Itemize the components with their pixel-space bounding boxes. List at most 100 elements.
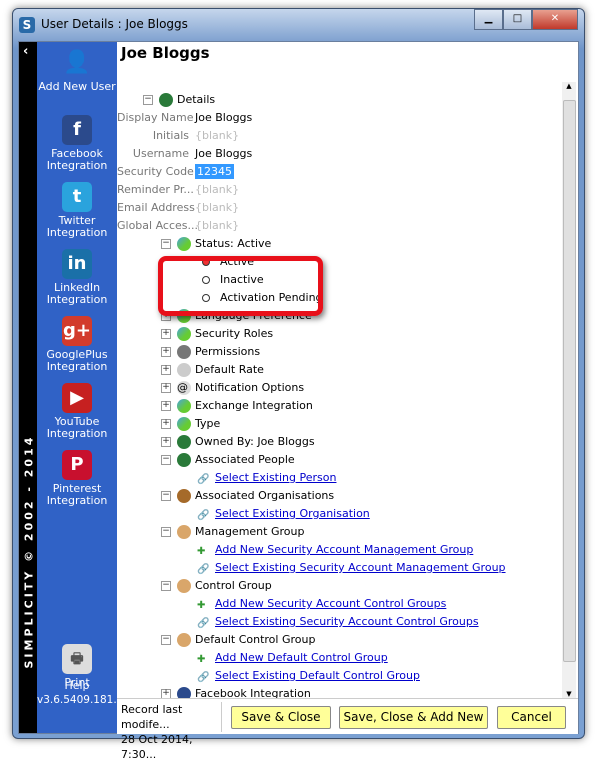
tree-link[interactable]: Select Existing Person bbox=[215, 471, 336, 484]
tree-item[interactable]: ✚ Add New Security Account Control Groups bbox=[197, 595, 446, 613]
globe-icon bbox=[177, 327, 191, 341]
tree-item[interactable]: 🔗 Select Existing Default Control Group bbox=[197, 667, 420, 685]
maximize-button[interactable]: □ bbox=[503, 9, 532, 30]
tree-item[interactable]: − Associated Organisations bbox=[161, 487, 334, 505]
tree-item[interactable]: + Owned By: Joe Bloggs bbox=[161, 433, 315, 451]
tree-item[interactable]: ✚ Add New Default Control Group bbox=[197, 649, 388, 667]
sidebar-item-facebook[interactable]: f Facebook Integration bbox=[37, 115, 117, 172]
node-label: Associated Organisations bbox=[195, 489, 335, 502]
user-details-window: S User Details : Joe Bloggs ▁ □ ✕ ‹ SIMP… bbox=[12, 8, 585, 761]
field-label: Initials bbox=[152, 129, 189, 142]
sidebar-item-googleplus[interactable]: g+ GooglePlus Integration bbox=[37, 316, 117, 373]
save-close-button[interactable]: Save & Close bbox=[231, 706, 331, 729]
field-value-text: Joe Bloggs bbox=[195, 111, 253, 124]
vertical-scrollbar[interactable]: ▲ ▼ bbox=[562, 82, 576, 698]
node-label: Status: Active bbox=[195, 237, 272, 250]
expand-toggle[interactable]: + bbox=[161, 347, 171, 357]
link-icon: 🔗 bbox=[197, 564, 210, 575]
expand-toggle[interactable]: + bbox=[161, 383, 171, 393]
facebook-icon: f bbox=[62, 115, 92, 145]
tree-item[interactable]: − Associated People bbox=[161, 451, 295, 469]
plus-icon: ✚ bbox=[197, 654, 206, 665]
node-label: Management Group bbox=[195, 525, 305, 538]
add-user-icon: 👤 bbox=[63, 50, 91, 75]
tree-item[interactable]: 🔗 Select Existing Security Account Manage… bbox=[197, 559, 506, 577]
field-value[interactable]: {blank} bbox=[195, 127, 239, 145]
save-close-add-new-button[interactable]: Save, Close & Add New bbox=[339, 706, 488, 729]
sidebar-item-pinterest[interactable]: P Pinterest Integration bbox=[37, 450, 117, 507]
field-value[interactable]: {blank} bbox=[195, 181, 239, 199]
expand-toggle[interactable]: + bbox=[161, 419, 171, 429]
tree-item[interactable]: 🔗 Select Existing Security Account Contro… bbox=[197, 613, 479, 631]
tree-item[interactable]: − Management Group bbox=[161, 523, 304, 541]
tree-link[interactable]: Add New Security Account Management Grou… bbox=[215, 543, 473, 556]
node-label: Exchange Integration bbox=[195, 399, 313, 412]
tree-link[interactable]: Select Existing Default Control Group bbox=[215, 669, 420, 682]
collapse-toggle[interactable]: − bbox=[161, 581, 171, 591]
details-node[interactable]: − Details bbox=[143, 91, 215, 109]
link-icon: 🔗 bbox=[197, 618, 210, 629]
tree-item[interactable]: + Exchange Integration bbox=[161, 397, 313, 415]
collapse-toggle[interactable]: − bbox=[161, 635, 171, 645]
tree-item[interactable]: + @ Notification Options bbox=[161, 379, 304, 397]
close-button[interactable]: ✕ bbox=[532, 9, 578, 30]
tree-item[interactable]: 🔗 Select Existing Person bbox=[197, 469, 336, 487]
tree-item[interactable]: + Security Roles bbox=[161, 325, 273, 343]
minimize-button[interactable]: ▁ bbox=[474, 9, 503, 30]
sidebar-item-twitter[interactable]: t Twitter Integration bbox=[37, 182, 117, 239]
expand-toggle[interactable]: + bbox=[161, 401, 171, 411]
youtube-icon: ▶ bbox=[62, 383, 92, 413]
sidebar-item-label: GooglePlus Integration bbox=[46, 348, 108, 373]
collapse-toggle[interactable]: − bbox=[161, 527, 171, 537]
tree-link[interactable]: Add New Default Control Group bbox=[215, 651, 388, 664]
tree-link[interactable]: Select Existing Security Account Control… bbox=[215, 615, 479, 628]
field-value[interactable]: 12345 bbox=[195, 163, 234, 181]
field-value-text: {blank} bbox=[195, 183, 240, 196]
scrollbar-thumb[interactable] bbox=[563, 100, 576, 662]
tree-item[interactable]: ✚ Add New Security Account Management Gro… bbox=[197, 541, 473, 559]
field-value-text: {blank} bbox=[195, 219, 240, 232]
rate-icon bbox=[177, 363, 191, 377]
plus-icon: ✚ bbox=[197, 600, 206, 611]
sidebar-item-label: Facebook Integration bbox=[46, 147, 108, 172]
globe-icon bbox=[177, 399, 191, 413]
googleplus-icon: g+ bbox=[62, 316, 92, 346]
field-value[interactable]: Joe Bloggs bbox=[195, 109, 252, 127]
collapse-toggle[interactable]: − bbox=[161, 491, 171, 501]
detail-field: Email Address {blank} bbox=[117, 199, 317, 217]
collapse-chevron-icon[interactable]: ‹ bbox=[23, 44, 28, 59]
collapse-toggle[interactable]: − bbox=[161, 239, 171, 249]
tree-link[interactable]: Add New Security Account Control Groups bbox=[215, 597, 446, 610]
detail-field: Reminder Pr... {blank} bbox=[117, 181, 317, 199]
tree-item[interactable]: − Status: Active bbox=[161, 235, 271, 253]
tree-item[interactable]: + Type bbox=[161, 415, 220, 433]
sidebar-item-youtube[interactable]: ▶ YouTube Integration bbox=[37, 383, 117, 440]
field-value[interactable]: Joe Bloggs bbox=[195, 145, 252, 163]
field-label: Username bbox=[132, 147, 189, 160]
expand-toggle[interactable]: + bbox=[161, 365, 171, 375]
sidebar-item-add-user[interactable]: 👤 Add New User bbox=[37, 48, 117, 93]
field-value[interactable]: {blank} bbox=[195, 199, 239, 217]
tree-link[interactable]: Select Existing Organisation bbox=[215, 507, 370, 520]
field-value[interactable]: {blank} bbox=[195, 217, 239, 235]
tree-item[interactable]: − Default Control Group bbox=[161, 631, 315, 649]
help-link[interactable]: Help bbox=[37, 680, 117, 692]
tree-item[interactable]: + Permissions bbox=[161, 343, 260, 361]
field-label: Display Name bbox=[117, 111, 194, 124]
field-label: Security Code bbox=[117, 165, 194, 178]
node-label: Owned By: Joe Bloggs bbox=[195, 435, 315, 448]
node-label: Permissions bbox=[195, 345, 261, 358]
collapse-toggle[interactable]: − bbox=[143, 95, 153, 105]
tree-item[interactable]: 🔗 Select Existing Organisation bbox=[197, 505, 370, 523]
globe-icon bbox=[177, 417, 191, 431]
collapse-toggle[interactable]: − bbox=[161, 455, 171, 465]
tree-link[interactable]: Select Existing Security Account Managem… bbox=[215, 561, 506, 574]
cancel-button[interactable]: Cancel bbox=[497, 706, 566, 729]
expand-toggle[interactable]: + bbox=[161, 437, 171, 447]
sidebar-item-linkedin[interactable]: in LinkedIn Integration bbox=[37, 249, 117, 306]
tree-item[interactable]: − Control Group bbox=[161, 577, 272, 595]
at-icon: @ bbox=[177, 381, 191, 395]
expand-toggle[interactable]: + bbox=[161, 329, 171, 339]
tree-item[interactable]: + Default Rate bbox=[161, 361, 264, 379]
node-label: Associated People bbox=[195, 453, 295, 466]
